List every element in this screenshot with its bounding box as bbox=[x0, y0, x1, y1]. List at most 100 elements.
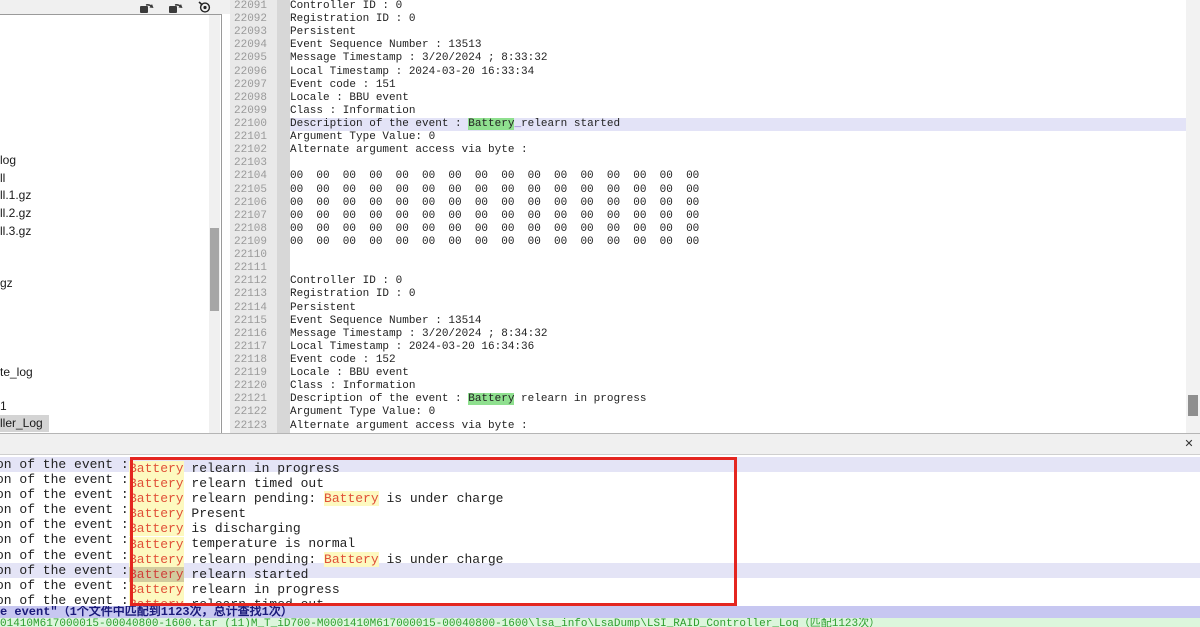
result-prefix: on of the event : bbox=[0, 532, 129, 547]
log-viewer-app: logllll.1.gzll.2.gzll.3.gz gz te_log 1ller_… bbox=[0, 0, 1200, 627]
line-number: 22109 bbox=[230, 236, 277, 249]
line-number: 22107 bbox=[230, 210, 277, 223]
target-icon[interactable] bbox=[198, 1, 212, 13]
sidebar-toolbar bbox=[0, 0, 230, 14]
line-number: 22122 bbox=[230, 406, 277, 419]
line-number: 22096 bbox=[230, 66, 277, 79]
result-row[interactable]: on of the event :Battery relearn in prog… bbox=[0, 578, 1200, 593]
editor-line: Event code : 151 bbox=[290, 79, 1186, 92]
line-number: 22123 bbox=[230, 420, 277, 433]
result-prefix: on of the event : bbox=[0, 578, 129, 593]
editor-line: Local Timestamp : 2024-03-20 16:34:36 bbox=[290, 341, 1186, 354]
result-row[interactable]: on of the event :Battery is discharging bbox=[0, 517, 1200, 532]
editor-line: Alternate argument access via byte : bbox=[290, 144, 1186, 157]
result-row[interactable]: on of the event :Battery relearn in prog… bbox=[0, 457, 1200, 472]
line-number: 22112 bbox=[230, 275, 277, 288]
result-text: is under charge bbox=[379, 552, 504, 567]
line-number: 22092 bbox=[230, 13, 277, 26]
sidebar-scrollbar[interactable] bbox=[209, 15, 220, 433]
result-row[interactable]: on of the event :Battery relearn pending… bbox=[0, 548, 1200, 563]
result-row[interactable]: on of the event :Battery relearn started bbox=[0, 563, 1200, 578]
file-list-item[interactable]: gz bbox=[0, 275, 19, 292]
file-list-item[interactable]: 1 bbox=[0, 398, 13, 415]
editor-line: 00 00 00 00 00 00 00 00 00 00 00 00 00 0… bbox=[290, 184, 1186, 197]
line-number: 22098 bbox=[230, 92, 277, 105]
editor-line: Event Sequence Number : 13514 bbox=[290, 315, 1186, 328]
editor-line: Message Timestamp : 3/20/2024 ; 8:34:32 bbox=[290, 328, 1186, 341]
line-number: 22091 bbox=[230, 0, 277, 13]
line-number: 22116 bbox=[230, 328, 277, 341]
result-prefix: on of the event : bbox=[0, 457, 129, 472]
line-number: 22093 bbox=[230, 26, 277, 39]
result-prefix: on of the event : bbox=[0, 502, 129, 517]
editor-line: Message Timestamp : 3/20/2024 ; 8:33:32 bbox=[290, 52, 1186, 65]
editor-line: 00 00 00 00 00 00 00 00 00 00 00 00 00 0… bbox=[290, 197, 1186, 210]
file-result-bar: 01410M617000015-00040800-1600.tar (11)M_… bbox=[0, 618, 1200, 627]
line-number: 22102 bbox=[230, 144, 277, 157]
editor-line bbox=[290, 249, 1186, 262]
result-row[interactable]: on of the event :Battery relearn pending… bbox=[0, 487, 1200, 502]
editor-line: Argument Type Value: 0 bbox=[290, 406, 1186, 419]
result-text: is under charge bbox=[379, 491, 504, 506]
editor-line: Description of the event : Battery relea… bbox=[290, 393, 1186, 406]
line-number: 22100 bbox=[230, 118, 277, 131]
line-number: 22111 bbox=[230, 262, 277, 275]
result-row[interactable]: on of the event :Battery temperature is … bbox=[0, 532, 1200, 547]
sidebar-scrollbar-thumb[interactable] bbox=[210, 228, 219, 311]
line-number: 22118 bbox=[230, 354, 277, 367]
editor-line: 00 00 00 00 00 00 00 00 00 00 00 00 00 0… bbox=[290, 210, 1186, 223]
file-list-item[interactable]: ll.3.gz bbox=[0, 223, 37, 240]
result-prefix: on of the event : bbox=[0, 472, 129, 487]
search-summary-bar: e event"（1个文件中匹配到1123次，总计查找1次） bbox=[0, 606, 1200, 618]
file-list-item[interactable]: ll bbox=[0, 170, 11, 187]
line-number: 22108 bbox=[230, 223, 277, 236]
editor-line: Class : Information bbox=[290, 380, 1186, 393]
editor-line: Locale : BBU event bbox=[290, 367, 1186, 380]
export-log-icon[interactable] bbox=[140, 1, 154, 13]
file-list-item[interactable]: ll.1.gz bbox=[0, 187, 37, 204]
line-number: 22110 bbox=[230, 249, 277, 262]
file-list-item[interactable]: ll.2.gz bbox=[0, 205, 37, 222]
line-number: 22099 bbox=[230, 105, 277, 118]
result-prefix: on of the event : bbox=[0, 487, 129, 502]
editor-text: relearn started bbox=[521, 118, 620, 130]
line-number: 22104 bbox=[230, 170, 277, 183]
export-log-2-icon[interactable] bbox=[169, 1, 183, 13]
editor-line bbox=[290, 262, 1186, 275]
line-number: 22115 bbox=[230, 315, 277, 328]
line-number: 22114 bbox=[230, 302, 277, 315]
editor-line: Persistent bbox=[290, 26, 1186, 39]
line-number: 22113 bbox=[230, 288, 277, 301]
editor-scrollbar[interactable] bbox=[1186, 0, 1200, 433]
result-row[interactable]: on of the event :Battery Present bbox=[0, 502, 1200, 517]
results-panel-header: ✕ bbox=[0, 433, 1200, 455]
line-number: 22119 bbox=[230, 367, 277, 380]
log-editor[interactable]: 2209122092220932209422095220962209722098… bbox=[230, 0, 1186, 433]
editor-line: Controller ID : 0 bbox=[290, 275, 1186, 288]
result-prefix: on of the event : bbox=[0, 563, 129, 578]
close-icon[interactable]: ✕ bbox=[1182, 437, 1196, 451]
file-list-item[interactable]: log bbox=[0, 152, 22, 169]
editor-line: 00 00 00 00 00 00 00 00 00 00 00 00 00 0… bbox=[290, 236, 1186, 249]
editor-line: Alternate argument access via byte : bbox=[290, 420, 1186, 433]
editor-scrollbar-thumb[interactable] bbox=[1188, 395, 1198, 416]
editor-line: Locale : BBU event bbox=[290, 92, 1186, 105]
editor-line: Event Sequence Number : 13513 bbox=[290, 39, 1186, 52]
result-row[interactable]: on of the event :Battery relearn timed o… bbox=[0, 472, 1200, 487]
results-list: on of the event :Battery relearn in prog… bbox=[0, 457, 1200, 608]
editor-line: Argument Type Value: 0 bbox=[290, 131, 1186, 144]
editor-line: Registration ID : 0 bbox=[290, 288, 1186, 301]
line-number: 22095 bbox=[230, 52, 277, 65]
file-list-item[interactable]: te_log bbox=[0, 364, 39, 381]
search-match-highlight: Battery bbox=[468, 393, 514, 405]
line-number: 22106 bbox=[230, 197, 277, 210]
gutter: 2209122092220932209422095220962209722098… bbox=[230, 0, 277, 433]
search-match-highlight: Battery bbox=[468, 118, 514, 130]
editor-line: Local Timestamp : 2024-03-20 16:33:34 bbox=[290, 66, 1186, 79]
file-list-panel: logllll.1.gzll.2.gzll.3.gz gz te_log 1ller_… bbox=[0, 14, 222, 434]
editor-text: Description of the event : bbox=[290, 118, 468, 130]
editor-line: 00 00 00 00 00 00 00 00 00 00 00 00 00 0… bbox=[290, 223, 1186, 236]
file-list-item[interactable]: ller_Log bbox=[0, 415, 49, 432]
results-panel: on of the event :Battery relearn in prog… bbox=[0, 455, 1200, 608]
line-number: 22094 bbox=[230, 39, 277, 52]
